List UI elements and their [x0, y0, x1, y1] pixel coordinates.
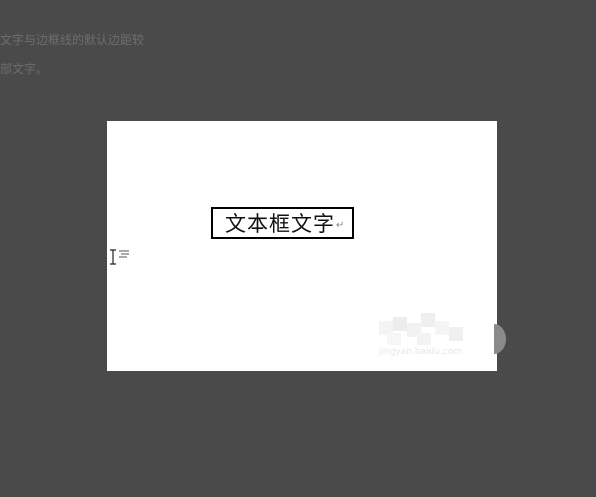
background-text-line: 文字与边框线的默认边距较 — [0, 33, 145, 47]
image-viewer: 文本框文字 ↵ jingyan.baidu.com — [107, 121, 497, 371]
word-textbox: 文本框文字 ↵ — [211, 207, 354, 239]
watermark: jingyan.baidu.com — [377, 313, 469, 359]
text-cursor-icon — [110, 249, 116, 265]
watermark-logo-icon — [379, 313, 463, 345]
textbox-text: 文本框文字 — [225, 212, 335, 236]
next-arrow-icon[interactable] — [494, 324, 506, 354]
paragraph-align-icon — [119, 250, 129, 258]
lightbox-overlay[interactable]: 文字与边框线的默认边距较 部文字。 文本框文字 ↵ jingyan.baidu.… — [0, 0, 596, 497]
watermark-text: jingyan.baidu.com — [379, 347, 463, 357]
background-text-line: 部文字。 — [0, 62, 49, 76]
paragraph-return-mark: ↵ — [336, 220, 345, 231]
